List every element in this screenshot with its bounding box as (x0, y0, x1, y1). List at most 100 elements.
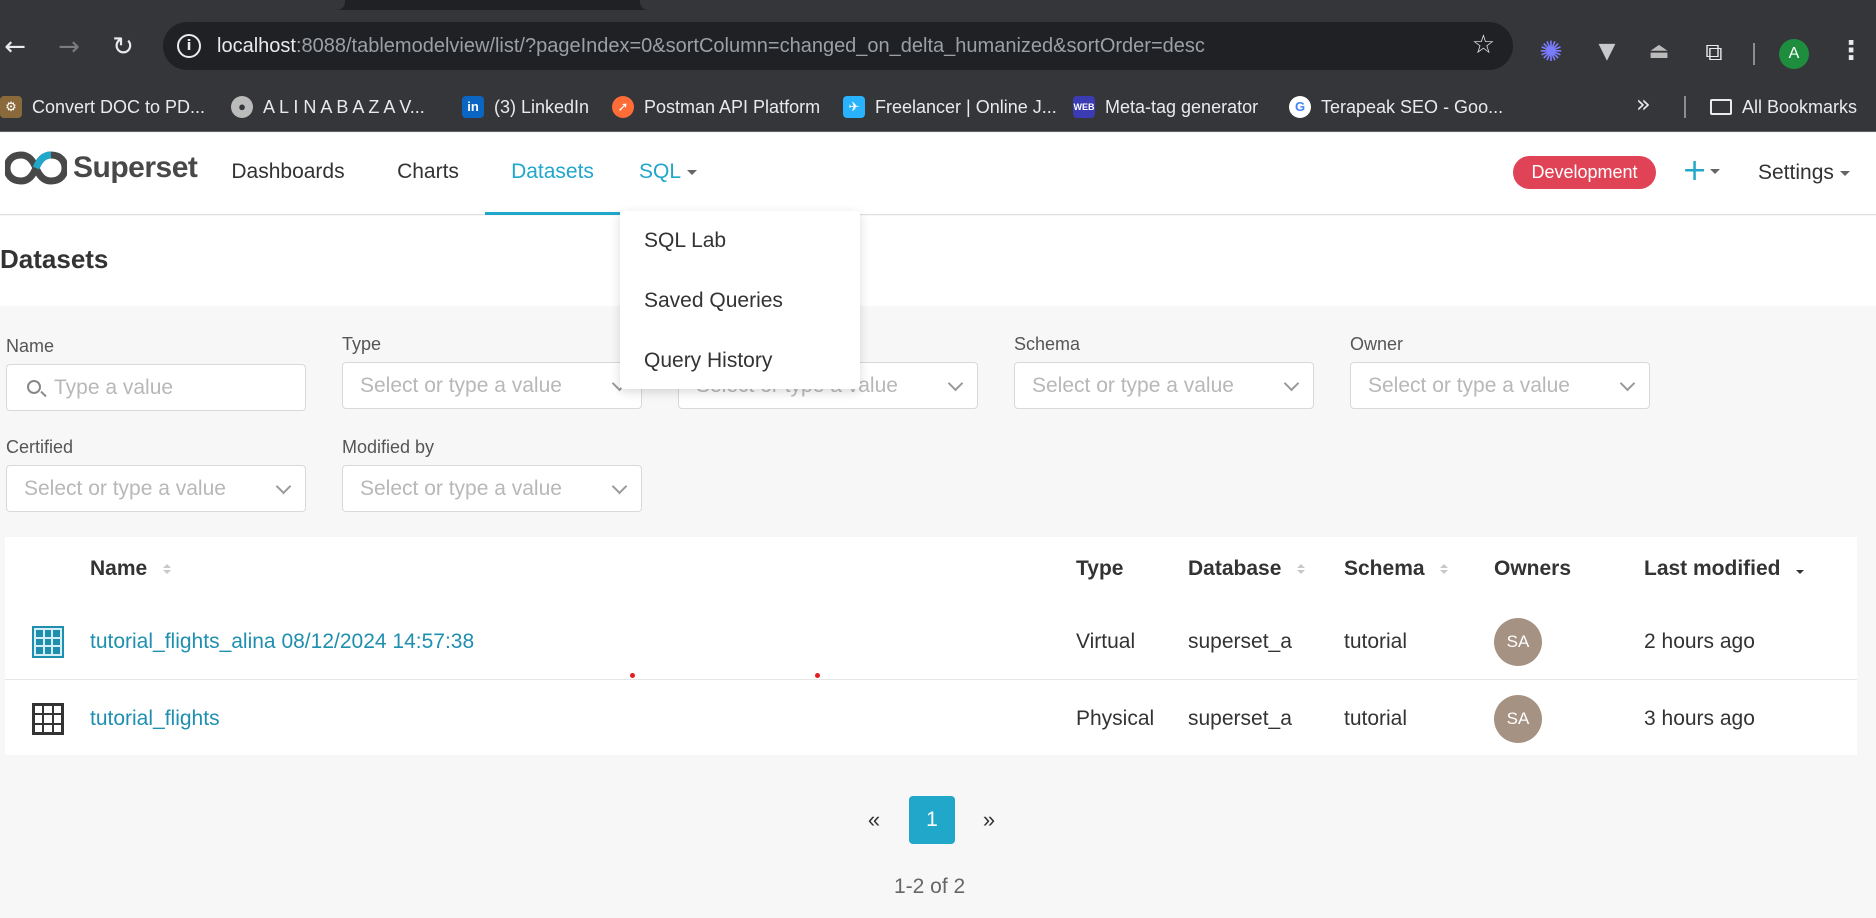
superset-logo[interactable]: Superset (5, 151, 198, 185)
nav-datasets[interactable]: Datasets (485, 133, 620, 215)
bookmark-item[interactable]: ● A L I N A B A Z A V... (231, 82, 425, 132)
owner-avatar[interactable]: SA (1494, 618, 1542, 666)
nav-dashboards[interactable]: Dashboards (228, 133, 348, 215)
browser-tab[interactable] (0, 0, 345, 10)
back-icon[interactable]: ← (0, 32, 30, 62)
modified-by-filter-label: Modified by (342, 437, 435, 457)
bookmark-item[interactable]: ✈ Freelancer | Online J... (843, 82, 1057, 132)
column-header-database[interactable]: Database (1188, 557, 1306, 581)
dataset-database: superset_a (1188, 630, 1292, 653)
browser-toolbar: ← → ↻ i localhost:8088/tablemodelview/li… (0, 10, 1876, 82)
physical-dataset-icon (32, 703, 64, 735)
brand-name: Superset (73, 151, 198, 184)
address-bar[interactable]: i localhost:8088/tablemodelview/list/?pa… (163, 22, 1513, 70)
bookmarks-bar: ⚙ Convert DOC to PD... ● A L I N A B A Z… (0, 82, 1876, 132)
dataset-name-link[interactable]: tutorial_flights (90, 681, 220, 757)
certified-filter-select[interactable]: Select or type a value (6, 465, 306, 512)
dataset-type: Virtual (1076, 630, 1136, 653)
globe-icon: ● (231, 96, 253, 118)
profile-avatar[interactable]: A (1779, 39, 1809, 69)
folder-icon (1710, 99, 1732, 115)
bookmark-item[interactable]: ➚ Postman API Platform (612, 82, 820, 132)
chevron-down-icon (947, 375, 964, 392)
bookmark-item[interactable]: ⚙ Convert DOC to PD... (0, 82, 205, 132)
dataset-schema: tutorial (1344, 707, 1408, 730)
dataset-name-link[interactable]: tutorial_flights_alina 08/12/2024 14:57:… (90, 604, 474, 680)
chevron-down-icon (611, 478, 628, 495)
chevron-down-icon (1619, 375, 1636, 392)
browser-tab-strip (0, 0, 1876, 10)
extension-icon[interactable]: ⏏ (1645, 38, 1673, 66)
bookmark-item[interactable]: WEB Meta-tag generator (1073, 82, 1258, 132)
column-header-last-modified[interactable]: Last modified (1644, 557, 1805, 581)
url-text[interactable]: localhost:8088/tablemodelview/list/?page… (217, 35, 1205, 58)
chevron-down-icon (275, 478, 292, 495)
virtual-dataset-icon (32, 626, 64, 658)
modified-by-filter-select[interactable]: Select or type a value (342, 465, 642, 512)
bookmark-star-icon[interactable]: ☆ (1472, 30, 1495, 60)
schema-filter-select[interactable]: Select or type a value (1014, 362, 1314, 409)
menu-item-saved-queries[interactable]: Saved Queries (644, 289, 783, 313)
forward-icon[interactable]: → (54, 32, 84, 62)
more-bookmarks-icon[interactable]: » (1636, 90, 1651, 118)
schema-filter-label: Schema (1014, 334, 1081, 354)
column-header-name[interactable]: Name (90, 557, 172, 581)
google-icon: G (1289, 96, 1311, 118)
browser-menu-icon[interactable]: ⋮ (1838, 36, 1864, 66)
browser-tab[interactable] (640, 0, 1876, 10)
dataset-last-modified: 3 hours ago (1644, 707, 1755, 730)
sort-icon[interactable] (163, 564, 172, 575)
postman-icon: ➚ (612, 96, 634, 118)
menu-item-query-history[interactable]: Query History (644, 349, 772, 373)
chevron-down-icon (1283, 375, 1300, 392)
name-filter-label: Name (6, 336, 55, 356)
sort-desc-icon[interactable] (1796, 564, 1805, 575)
chevron-down-icon (687, 169, 698, 175)
type-filter-select[interactable]: Select or type a value (342, 362, 642, 409)
column-header-type: Type (1076, 557, 1124, 580)
reload-icon[interactable]: ↻ (108, 32, 138, 62)
search-icon (27, 380, 41, 394)
column-header-owners: Owners (1494, 557, 1572, 580)
settings-menu[interactable]: Settings (1758, 155, 1850, 191)
column-header-schema[interactable]: Schema (1344, 557, 1449, 581)
app-header: Superset Dashboards Charts Datasets SQL … (0, 133, 1876, 215)
pdf-converter-icon: ⚙ (0, 96, 22, 118)
pagination-next[interactable]: » (975, 796, 1003, 844)
filters-panel: Name Type a value Type Select or type a … (0, 306, 1876, 536)
bookmark-item[interactable]: G Terapeak SEO - Goo... (1289, 82, 1503, 132)
name-search-input[interactable]: Type a value (6, 364, 306, 411)
vue-extension-icon[interactable]: ▼ (1593, 38, 1621, 66)
owner-filter-select[interactable]: Select or type a value (1350, 362, 1650, 409)
table-row[interactable]: tutorial_flights Physical superset_a tut… (5, 681, 1857, 757)
add-new-button[interactable]: + (1682, 151, 1721, 191)
table-row[interactable]: tutorial_flights_alina 08/12/2024 14:57:… (5, 604, 1857, 680)
perplexity-extension-icon[interactable]: ✺ (1537, 38, 1565, 66)
marker-dot (630, 673, 635, 678)
freelancer-icon: ✈ (843, 96, 865, 118)
linkedin-icon: in (462, 96, 484, 118)
extensions-puzzle-icon[interactable]: ⧉ (1700, 38, 1728, 66)
owner-avatar[interactable]: SA (1494, 695, 1542, 743)
site-info-icon[interactable]: i (177, 34, 201, 58)
certified-filter-label: Certified (6, 437, 74, 457)
page-title-bar: Datasets (0, 216, 1876, 306)
web-icon: WEB (1073, 96, 1095, 118)
dataset-last-modified: 2 hours ago (1644, 630, 1755, 653)
nav-sql[interactable]: SQL (638, 133, 698, 215)
sort-icon[interactable] (1297, 564, 1306, 575)
bookmarks-divider (1684, 96, 1686, 118)
page-title: Datasets (0, 244, 109, 274)
bookmark-item[interactable]: in (3) LinkedIn (462, 82, 589, 132)
sort-icon[interactable] (1440, 564, 1449, 575)
marker-dot (815, 673, 820, 678)
dataset-schema: tutorial (1344, 630, 1408, 653)
menu-item-sql-lab[interactable]: SQL Lab (644, 229, 726, 253)
all-bookmarks-button[interactable]: All Bookmarks (1710, 82, 1857, 132)
nav-charts[interactable]: Charts (388, 133, 468, 215)
pagination-page[interactable]: 1 (909, 796, 955, 844)
dataset-type: Physical (1076, 707, 1155, 730)
dataset-database: superset_a (1188, 707, 1292, 730)
superset-logo-icon (5, 151, 67, 185)
pagination-prev[interactable]: « (860, 796, 888, 844)
